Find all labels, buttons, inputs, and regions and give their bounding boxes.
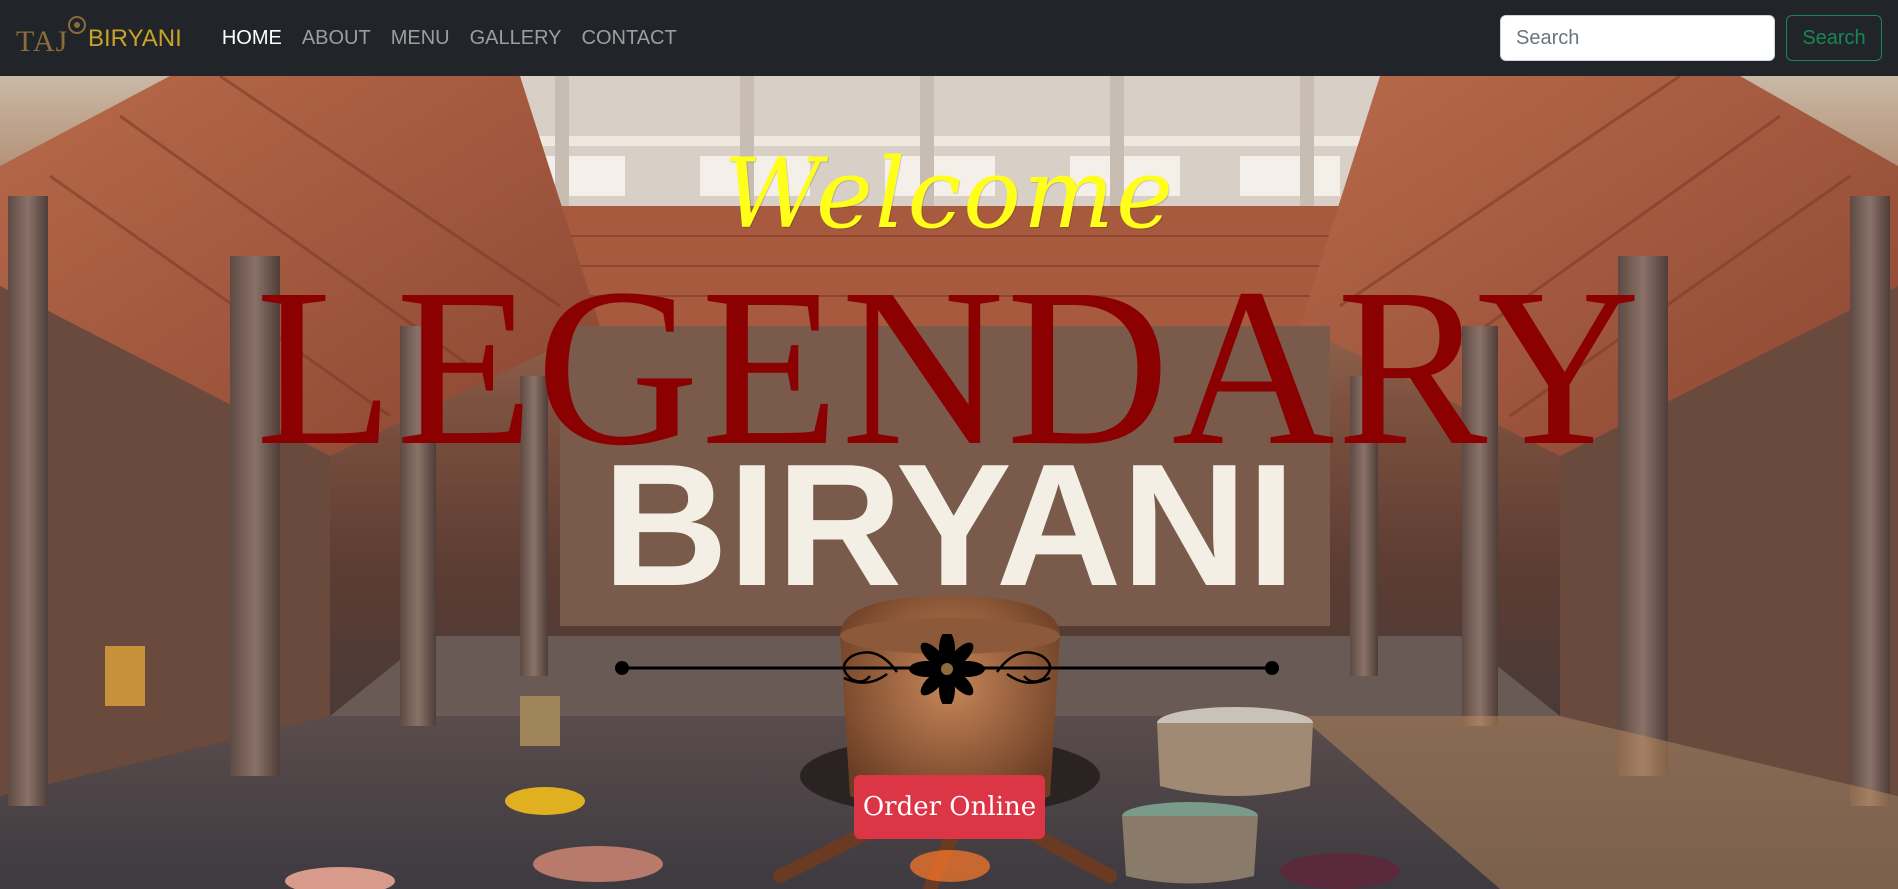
- search-input[interactable]: [1500, 15, 1775, 61]
- nav-link-contact[interactable]: CONTACT: [572, 27, 687, 50]
- nav-link-about[interactable]: ABOUT: [292, 27, 381, 50]
- nav-link-gallery[interactable]: GALLERY: [460, 27, 572, 50]
- brand-name: BIRYANI: [88, 25, 182, 52]
- brand-logo[interactable]: TAJ BIRYANI: [16, 13, 182, 63]
- welcome-heading: Welcome: [723, 138, 1175, 250]
- nav-links: HOME ABOUT MENU GALLERY CONTACT: [212, 27, 687, 50]
- order-online-button[interactable]: Order Online: [854, 775, 1045, 839]
- hero-section: Welcome LEGENDARY BIRYANI Order Online: [0, 76, 1898, 889]
- nav-link-home[interactable]: HOME: [212, 27, 292, 50]
- brand-mark: TAJ: [16, 13, 92, 63]
- hero-content: Welcome LEGENDARY BIRYANI Order Online: [0, 76, 1898, 889]
- nav-link-menu[interactable]: MENU: [381, 27, 460, 50]
- biryani-heading: BIRYANI: [602, 427, 1296, 622]
- ornamental-divider: [615, 634, 1279, 704]
- search-form: Search: [1500, 15, 1882, 61]
- search-button[interactable]: Search: [1786, 15, 1882, 61]
- top-navbar: TAJ BIRYANI HOME ABOUT MENU GALLERY CONT…: [0, 0, 1898, 76]
- crest-icon: [68, 16, 86, 34]
- brand-mark-text: TAJ: [16, 25, 69, 58]
